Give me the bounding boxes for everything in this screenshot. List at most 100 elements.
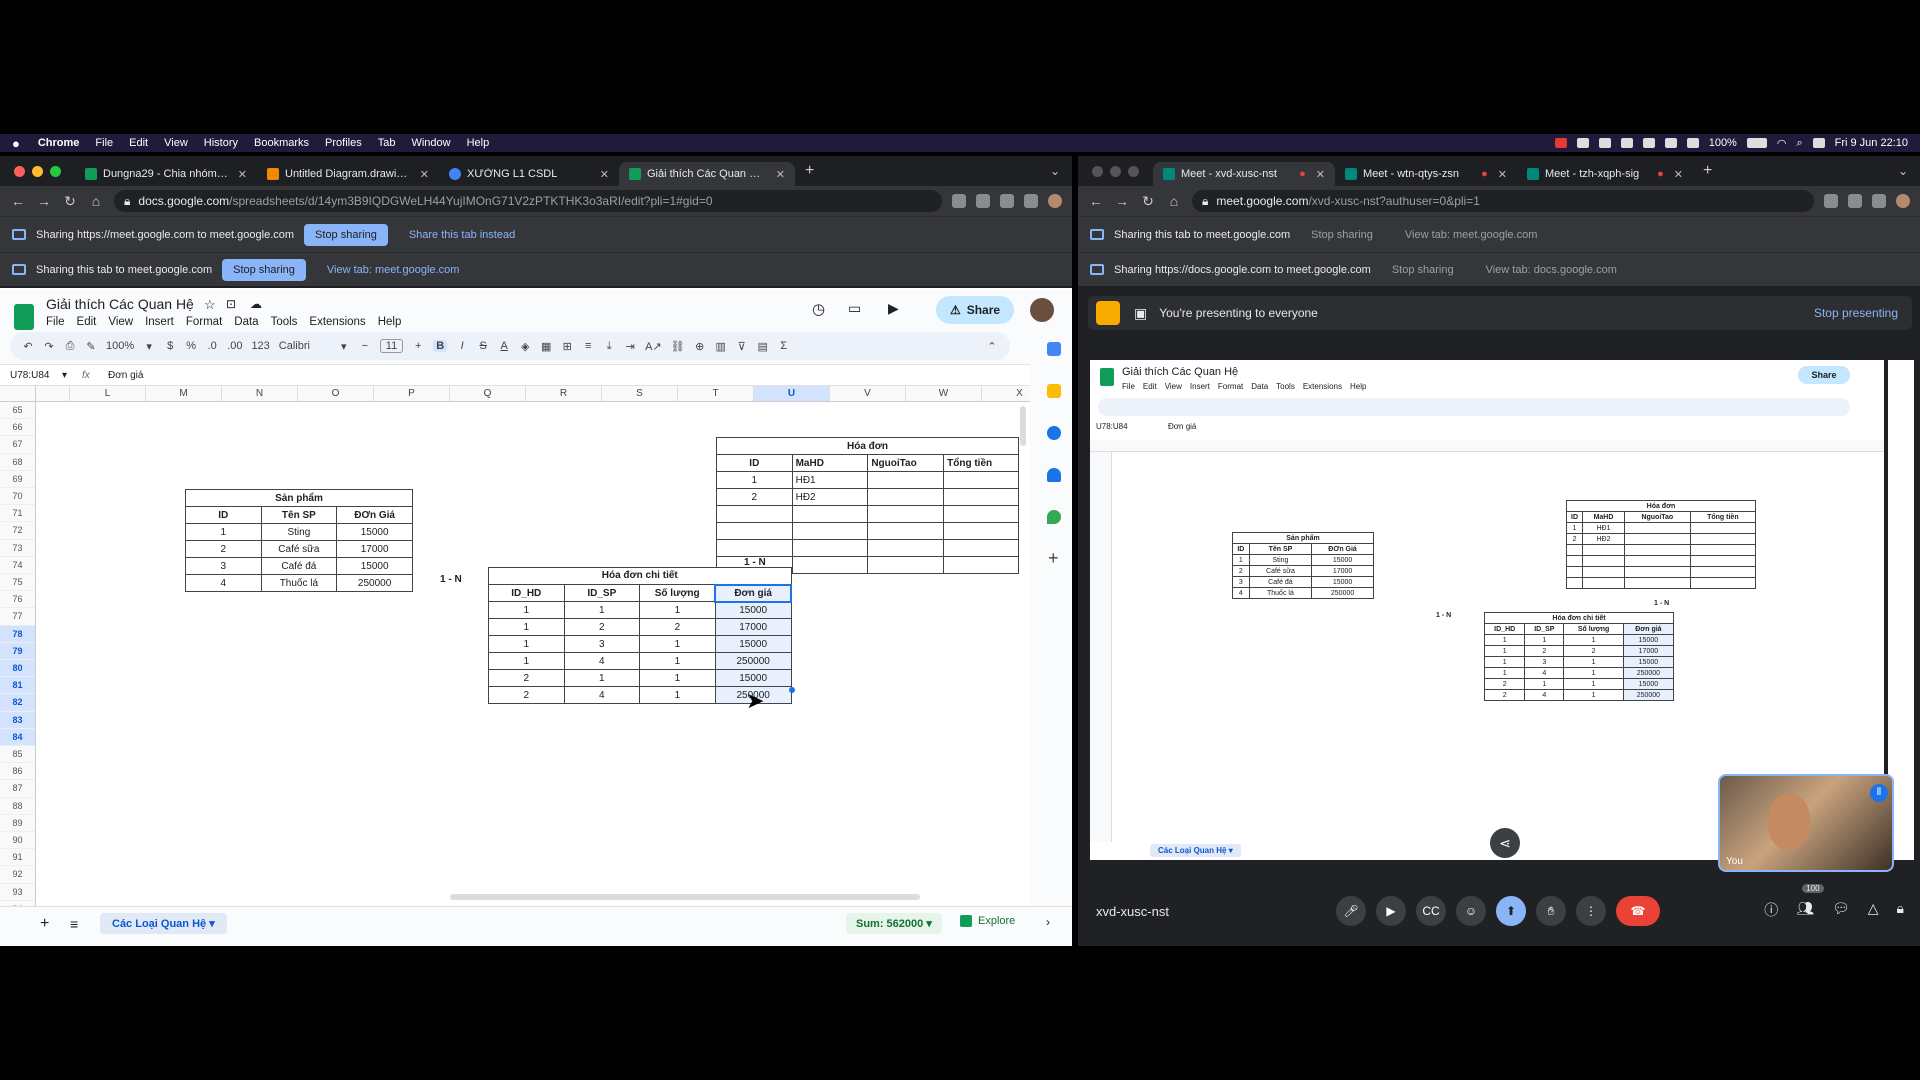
sheets-logo-icon[interactable] xyxy=(14,304,34,330)
header-cell[interactable]: ID xyxy=(185,506,262,524)
cell[interactable]: Café sữa xyxy=(260,540,338,558)
row-header-88[interactable]: 88 xyxy=(0,798,35,815)
fill-color-icon[interactable]: ◈ xyxy=(519,340,531,353)
home-icon[interactable]: ⌂ xyxy=(88,193,104,209)
paint-format-icon[interactable]: ✎ xyxy=(85,340,97,353)
chevron-down-icon[interactable]: ▾ xyxy=(338,340,350,353)
browser-tab[interactable]: Meet - tzh-xqph-sig ● ✕ xyxy=(1517,162,1693,186)
cell-selected[interactable]: 15000 xyxy=(714,635,792,653)
decrease-font-icon[interactable]: − xyxy=(359,340,371,352)
menu-tools[interactable]: Tools xyxy=(271,316,298,328)
row-header-86[interactable]: 86 xyxy=(0,763,35,781)
back-icon[interactable]: ← xyxy=(1088,193,1104,209)
cell[interactable] xyxy=(867,556,945,574)
browser-tab-active[interactable]: Giải thích Các Quan Hệ - G ✕ xyxy=(619,162,795,186)
tasks-icon[interactable] xyxy=(1047,426,1061,440)
header-cell[interactable]: ID_HD xyxy=(488,584,565,602)
cell[interactable]: 3 xyxy=(563,635,641,653)
cell[interactable]: Thuốc lá xyxy=(260,574,338,592)
italic-icon[interactable]: I xyxy=(456,340,468,352)
extension-icon[interactable] xyxy=(1872,194,1886,208)
forward-icon[interactable]: → xyxy=(36,193,52,209)
spreadsheet-grid[interactable]: LMNOPQRSTUVWX 65 66 67 68 69 70 71 72 73 74 75 76 77… xyxy=(0,386,1030,906)
cell[interactable] xyxy=(867,505,945,523)
column-header-t[interactable]: T xyxy=(678,386,754,401)
cell[interactable] xyxy=(791,522,869,540)
cell[interactable]: HĐ2 xyxy=(791,488,869,506)
browser-tab[interactable]: Untitled Diagram.drawio - draw ✕ xyxy=(257,162,439,186)
document-title[interactable]: Giải thích Các Quan Hệ xyxy=(46,296,194,312)
close-tab-icon[interactable]: ✕ xyxy=(1674,168,1683,181)
contacts-icon[interactable] xyxy=(1047,468,1061,482)
profile-avatar[interactable] xyxy=(1048,194,1062,208)
column-header-w[interactable]: W xyxy=(906,386,982,401)
increase-font-icon[interactable]: + xyxy=(412,340,424,352)
new-tab-icon[interactable]: + xyxy=(1703,162,1712,180)
microphone-icon[interactable]: 🎤︎ xyxy=(1336,896,1366,926)
column-header-u[interactable]: U xyxy=(754,386,830,401)
chevron-down-icon[interactable]: ▾ xyxy=(143,340,155,353)
column-header-p[interactable]: P xyxy=(374,386,450,401)
cell[interactable]: 4 xyxy=(563,686,641,704)
functions-icon[interactable]: Σ xyxy=(778,340,790,352)
table-title[interactable]: Sản phẩm xyxy=(185,489,413,507)
sum-indicator[interactable]: Sum: 562000 ▾ xyxy=(846,913,942,934)
merge-cells-icon[interactable]: ⊞ xyxy=(561,340,573,353)
sync-icon[interactable] xyxy=(1576,138,1589,148)
cell[interactable]: 2 xyxy=(488,686,565,704)
cell-selected[interactable]: 15000 xyxy=(714,669,792,687)
browser-tab[interactable]: XƯỞNG L1 CSDL ✕ xyxy=(439,162,619,186)
cell[interactable] xyxy=(716,539,793,557)
emoji-icon[interactable]: ☺ xyxy=(1456,896,1486,926)
cell[interactable] xyxy=(943,488,1019,506)
row-header-93[interactable]: 93 xyxy=(0,884,35,901)
cell-selected[interactable]: 15000 xyxy=(714,601,792,619)
close-tab-icon[interactable]: ✕ xyxy=(600,168,609,181)
row-header-77[interactable]: 77 xyxy=(0,608,35,626)
undo-icon[interactable]: ↶ xyxy=(22,340,34,353)
cloud-icon[interactable] xyxy=(1598,138,1611,148)
chat-icon[interactable]: 💬︎ xyxy=(1832,900,1850,920)
row-header-83[interactable]: 83 xyxy=(0,711,35,729)
close-tab-icon[interactable]: ✕ xyxy=(1498,168,1507,181)
forward-icon[interactable]: → xyxy=(1114,193,1130,209)
cell[interactable]: 1 xyxy=(639,686,716,704)
insert-comment-icon[interactable]: ⊕ xyxy=(694,340,706,353)
cell[interactable] xyxy=(943,471,1019,489)
row-header-87[interactable]: 87 xyxy=(0,780,35,798)
cell[interactable]: 17000 xyxy=(336,540,413,558)
home-icon[interactable]: ⌂ xyxy=(1166,193,1182,209)
people-icon[interactable]: 👥︎ 100 xyxy=(1796,884,1824,920)
meeting-info-icon[interactable]: ⓘ xyxy=(1764,900,1778,920)
cell[interactable] xyxy=(943,522,1019,540)
column-header-n[interactable]: N xyxy=(222,386,298,401)
row-header-92[interactable]: 92 xyxy=(0,866,35,884)
menu-file[interactable]: File xyxy=(95,137,113,149)
leave-call-icon[interactable]: ☎︎ xyxy=(1616,896,1660,926)
star-icon[interactable]: ☆ xyxy=(204,297,216,313)
address-bar[interactable]: 🔒︎ meet.google.com/xvd-xusc-nst?authuser… xyxy=(1192,190,1814,212)
extension-icon[interactable] xyxy=(1024,194,1038,208)
cell[interactable] xyxy=(867,488,945,506)
cell[interactable] xyxy=(791,556,869,574)
extension-icon[interactable] xyxy=(1000,194,1014,208)
header-cell[interactable]: ID xyxy=(716,454,793,472)
extension-icon[interactable] xyxy=(952,194,966,208)
minimize-window-icon[interactable] xyxy=(32,165,43,177)
row-header-68[interactable]: 68 xyxy=(0,454,35,471)
cell[interactable]: 2 xyxy=(563,618,641,636)
header-cell[interactable]: ID_SP xyxy=(563,584,641,602)
share-button[interactable]: ⚠ Share xyxy=(936,296,1014,324)
column-header-o[interactable]: O xyxy=(298,386,374,401)
horizontal-scrollbar[interactable] xyxy=(450,894,920,900)
row-header-66[interactable]: 66 xyxy=(0,419,35,437)
side-panel-toggle-icon[interactable]: › xyxy=(1046,915,1050,929)
header-cell[interactable]: MaHD xyxy=(791,454,869,472)
reload-icon[interactable]: ↻ xyxy=(62,193,78,210)
cell[interactable] xyxy=(867,539,945,557)
meet-icon[interactable]: ▶︎ xyxy=(888,300,899,317)
get-addons-icon[interactable]: + xyxy=(1048,548,1059,569)
row-header-89[interactable]: 89 xyxy=(0,815,35,832)
stop-presenting-button[interactable]: Stop presenting xyxy=(1814,306,1898,320)
camera-icon[interactable]: ▶︎ xyxy=(1376,896,1406,926)
